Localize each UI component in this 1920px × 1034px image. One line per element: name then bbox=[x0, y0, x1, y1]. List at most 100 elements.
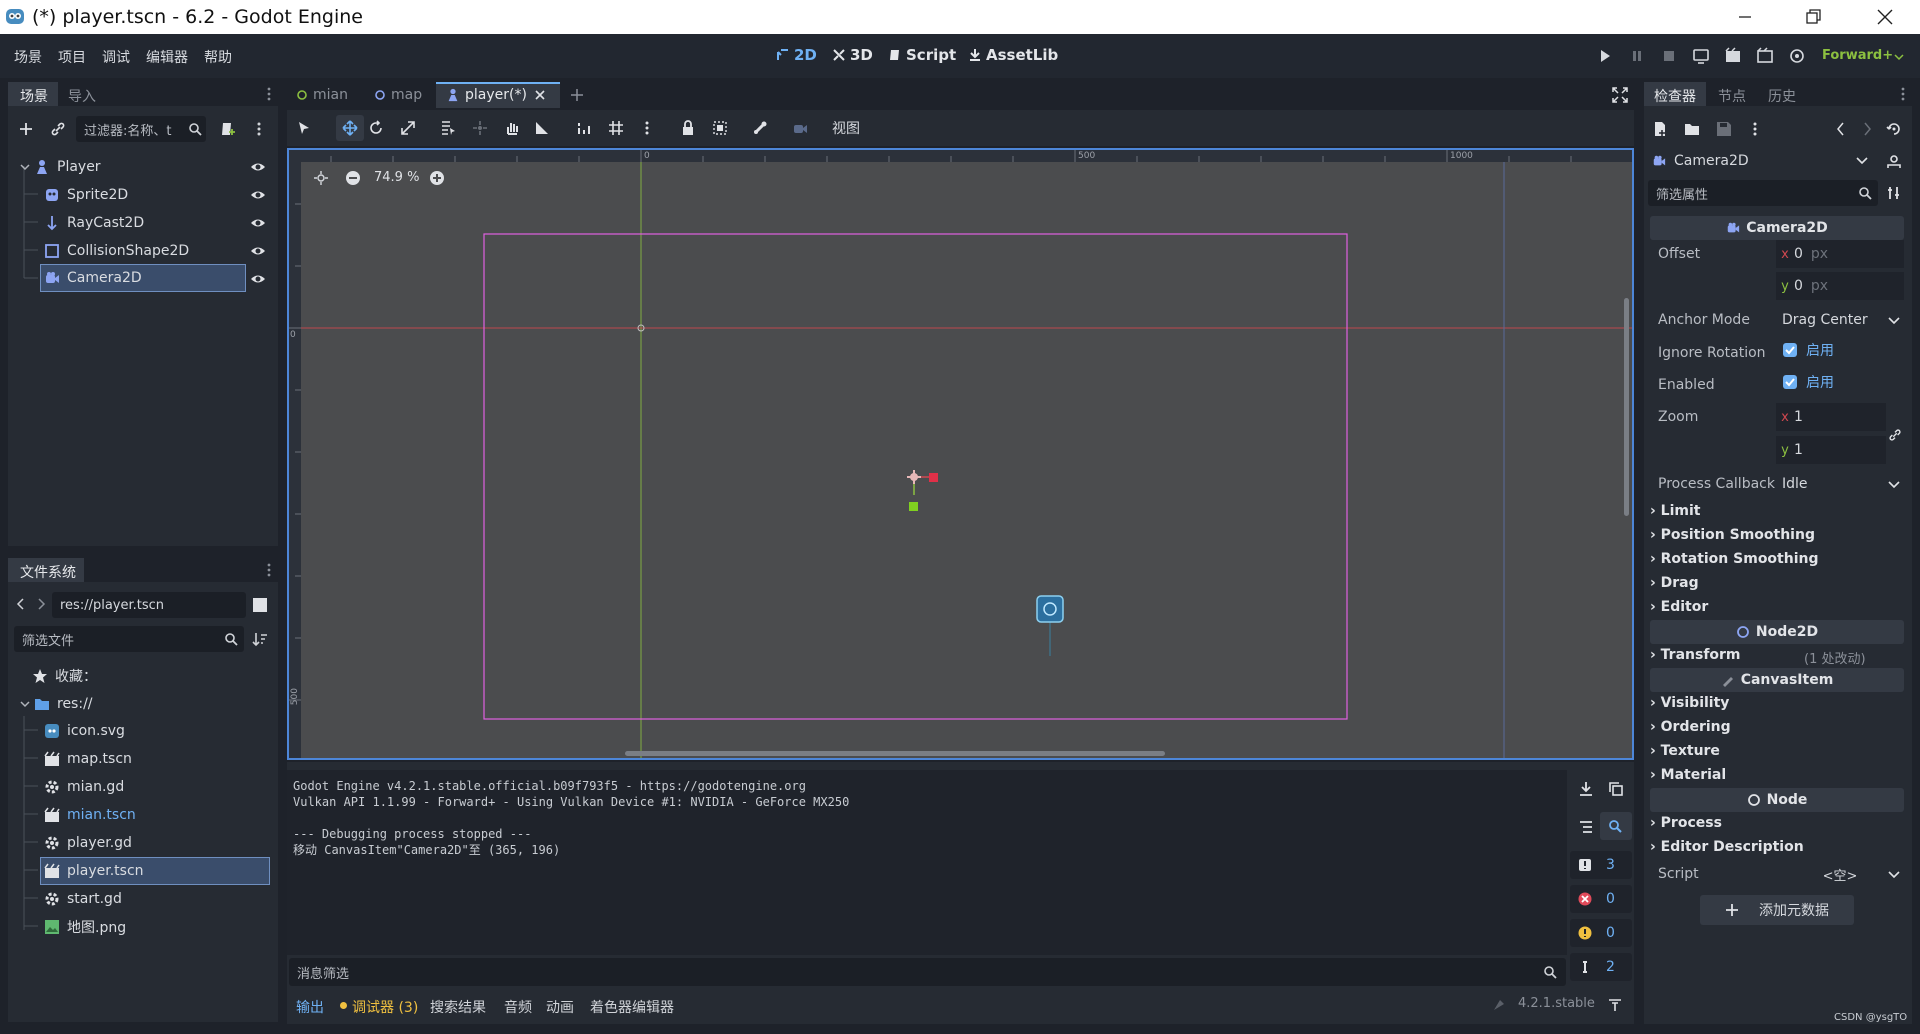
file-row[interactable]: map.tscn bbox=[44, 746, 132, 772]
file-row[interactable]: mian.gd bbox=[44, 774, 124, 800]
list-select-icon[interactable] bbox=[440, 120, 456, 136]
menu-editor[interactable]: 编辑器 bbox=[146, 47, 188, 67]
group-icon[interactable] bbox=[712, 120, 728, 136]
scale-tool-icon[interactable] bbox=[400, 120, 416, 136]
workspace-script-button[interactable]: Script bbox=[888, 46, 956, 64]
movie-maker-icon[interactable] bbox=[1788, 47, 1806, 65]
close-window-icon[interactable] bbox=[1872, 4, 1898, 30]
bottom-tab-audio[interactable]: 音频 bbox=[504, 997, 532, 1017]
file-row[interactable]: icon.svg bbox=[44, 718, 125, 744]
menu-debug[interactable]: 调试 bbox=[102, 47, 130, 67]
offset-x-field[interactable]: x 0 px bbox=[1776, 240, 1904, 268]
process-callback-select[interactable]: Idle bbox=[1776, 470, 1904, 498]
chevron-right-icon[interactable] bbox=[36, 598, 46, 610]
filesystem-path-input[interactable]: res://player.tscn bbox=[52, 592, 246, 618]
pause-icon[interactable] bbox=[1628, 47, 1646, 65]
section-rotation-smoothing[interactable]: › Rotation Smoothing bbox=[1650, 551, 1819, 567]
tree-node-camera2d[interactable]: Camera2D bbox=[44, 265, 142, 291]
inspected-object-selector[interactable]: Camera2D bbox=[1648, 148, 1878, 174]
favorites-row[interactable]: 收藏： bbox=[32, 663, 97, 689]
filter-messages-button[interactable]: 3 bbox=[1570, 851, 1632, 879]
zoom-level[interactable]: 74.9 % bbox=[374, 170, 419, 185]
bone-icon[interactable] bbox=[752, 120, 768, 136]
section-position-smoothing[interactable]: › Position Smoothing bbox=[1650, 527, 1815, 543]
filter-info-button[interactable]: 2 bbox=[1570, 953, 1632, 981]
visibility-eye-icon[interactable] bbox=[250, 159, 266, 175]
pivot-tool-icon[interactable] bbox=[472, 120, 488, 136]
property-filter-input[interactable]: 筛选属性 bbox=[1648, 180, 1878, 206]
stop-icon[interactable] bbox=[1660, 47, 1678, 65]
tab-node[interactable]: 节点 bbox=[1718, 86, 1746, 106]
workspace-2d-button[interactable]: 2D bbox=[776, 46, 817, 64]
viewport-canvas[interactable] bbox=[289, 150, 1632, 758]
smart-snap-icon[interactable] bbox=[576, 120, 592, 136]
move-tool-icon[interactable] bbox=[342, 120, 358, 136]
zoom-in-icon[interactable] bbox=[429, 170, 445, 186]
file-row[interactable]: start.gd bbox=[44, 886, 122, 912]
bottom-tab-shader-editor[interactable]: 着色器编辑器 bbox=[590, 997, 674, 1017]
pan-tool-icon[interactable] bbox=[504, 120, 520, 136]
close-tab-icon[interactable] bbox=[534, 89, 546, 101]
collapse-duplicates-icon[interactable] bbox=[1578, 819, 1594, 835]
res-root-row[interactable]: res:// bbox=[20, 691, 93, 717]
section-ordering[interactable]: › Ordering bbox=[1650, 719, 1731, 735]
new-resource-icon[interactable] bbox=[1652, 121, 1668, 137]
pin-panel-icon[interactable] bbox=[1608, 998, 1622, 1012]
visibility-eye-icon[interactable] bbox=[250, 187, 266, 203]
scene-filter-input[interactable]: 过滤器:名称、t bbox=[76, 116, 206, 142]
visibility-eye-icon[interactable] bbox=[250, 215, 266, 231]
tab-history[interactable]: 历史 bbox=[1768, 86, 1796, 106]
play-custom-scene-icon[interactable] bbox=[1756, 47, 1774, 65]
new-tab-icon[interactable] bbox=[570, 88, 584, 102]
filter-errors-button[interactable]: 0 bbox=[1570, 885, 1632, 913]
tree-node-player[interactable]: Player bbox=[20, 154, 101, 180]
dock-menu-icon[interactable] bbox=[266, 562, 272, 578]
tab-scene[interactable]: 场景 bbox=[20, 86, 48, 106]
file-row[interactable]: player.gd bbox=[44, 830, 132, 856]
zoom-y-field[interactable]: y 1 bbox=[1776, 436, 1886, 464]
output-log[interactable]: Godot Engine v4.2.1.stable.official.b09f… bbox=[287, 770, 1567, 955]
zoom-x-field[interactable]: x 1 bbox=[1776, 403, 1886, 431]
dock-menu-icon[interactable] bbox=[1900, 86, 1906, 102]
tree-node-collisionshape2d[interactable]: CollisionShape2D bbox=[44, 238, 189, 264]
ignore-rotation-checkbox[interactable]: 启用 bbox=[1782, 340, 1834, 360]
copy-icon[interactable] bbox=[1608, 781, 1624, 797]
menu-help[interactable]: 帮助 bbox=[204, 47, 232, 67]
search-icon[interactable] bbox=[1608, 819, 1622, 833]
tree-node-sprite2d[interactable]: Sprite2D bbox=[44, 182, 128, 208]
distraction-free-icon[interactable] bbox=[1612, 87, 1628, 103]
play-scene-icon[interactable] bbox=[1724, 47, 1742, 65]
view-menu[interactable]: 视图 bbox=[832, 118, 860, 138]
bottom-tab-output[interactable]: 输出 bbox=[296, 997, 324, 1017]
minimize-icon[interactable] bbox=[1732, 4, 1758, 30]
snap-options-icon[interactable] bbox=[644, 120, 650, 136]
resource-more-icon[interactable] bbox=[1752, 121, 1758, 137]
file-row[interactable]: mian.tscn bbox=[44, 802, 136, 828]
bottom-tab-search-results[interactable]: 搜索结果 bbox=[430, 997, 486, 1017]
select-tool-icon[interactable] bbox=[296, 120, 312, 136]
ruler-tool-icon[interactable] bbox=[534, 120, 550, 136]
add-node-icon[interactable] bbox=[18, 121, 34, 137]
zoom-out-icon[interactable] bbox=[345, 170, 361, 186]
script-picker[interactable]: <空> bbox=[1776, 860, 1904, 888]
attach-script-icon[interactable] bbox=[220, 121, 236, 137]
menu-scene[interactable]: 场景 bbox=[14, 47, 42, 67]
chevron-right-icon[interactable] bbox=[1862, 122, 1872, 136]
camera-override-icon[interactable] bbox=[792, 120, 808, 136]
file-filter-input[interactable]: 筛选文件 bbox=[14, 626, 244, 652]
visibility-eye-icon[interactable] bbox=[250, 243, 266, 259]
section-limit[interactable]: › Limit bbox=[1650, 503, 1700, 519]
anchor-mode-select[interactable]: Drag Center bbox=[1776, 306, 1904, 334]
chevron-left-icon[interactable] bbox=[16, 598, 26, 610]
save-log-icon[interactable] bbox=[1578, 781, 1594, 797]
2d-viewport[interactable]: 0 500 1000 0 500 74.9 % bbox=[287, 148, 1634, 760]
dock-menu-icon[interactable] bbox=[266, 86, 272, 102]
link-icon[interactable] bbox=[50, 121, 66, 137]
chevron-down-icon[interactable] bbox=[20, 699, 30, 709]
editor-tab-mian[interactable]: mian bbox=[296, 82, 358, 108]
visibility-eye-icon[interactable] bbox=[250, 271, 266, 287]
chevron-down-icon[interactable] bbox=[20, 162, 30, 172]
menu-project[interactable]: 项目 bbox=[58, 47, 86, 67]
bottom-tab-animation[interactable]: 动画 bbox=[546, 997, 574, 1017]
section-process[interactable]: › Process bbox=[1650, 815, 1722, 831]
